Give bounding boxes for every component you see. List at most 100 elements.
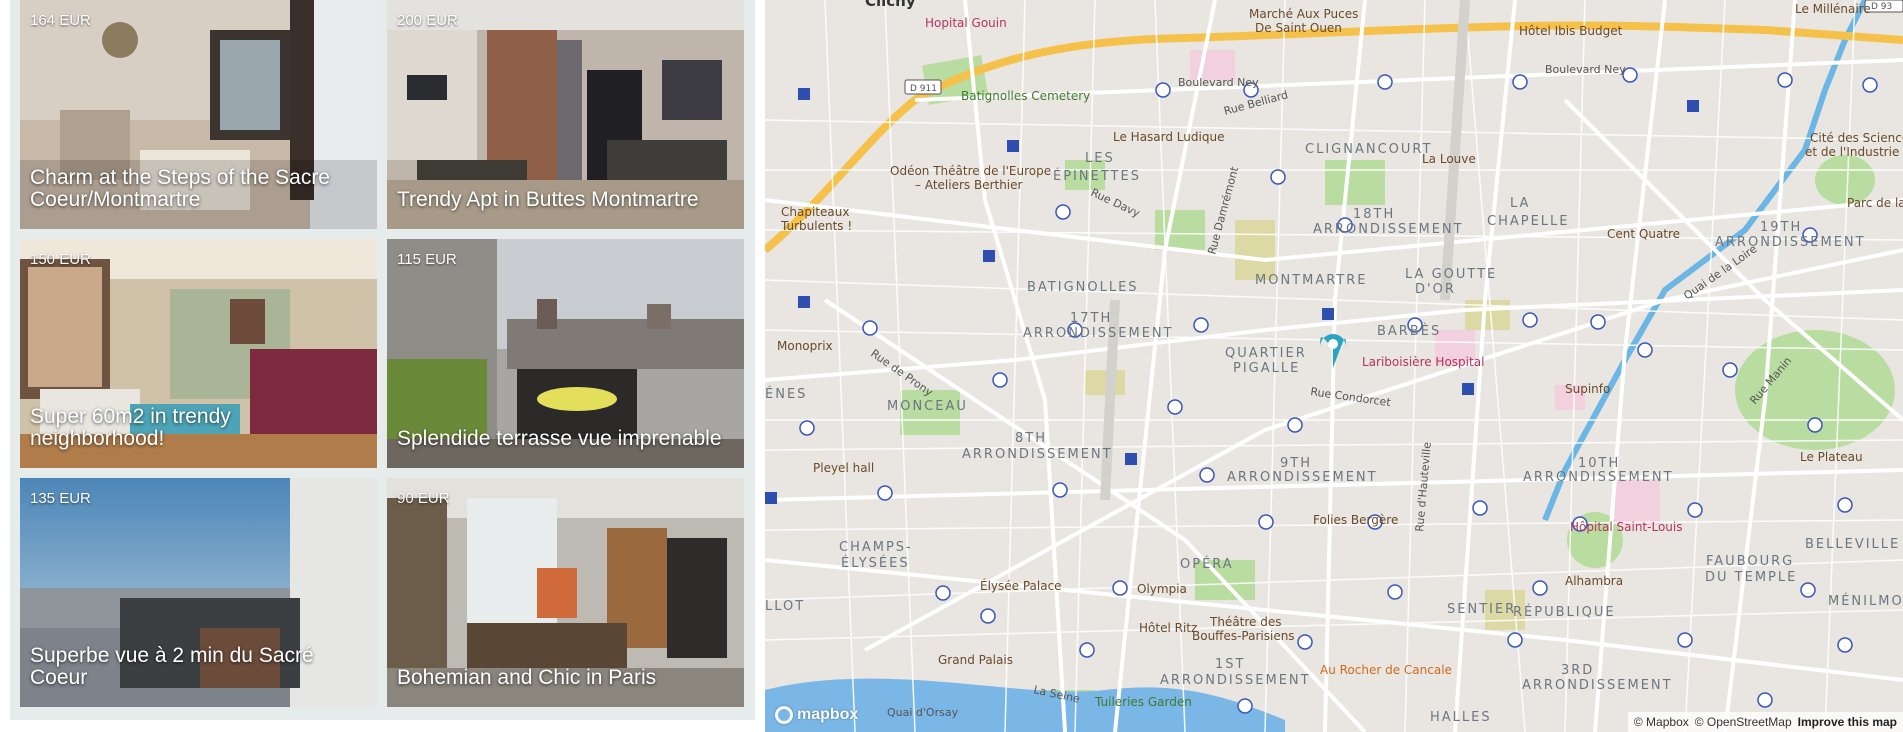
restaurant-label: Au Rocher de Cancale <box>1320 663 1452 677</box>
improve-map-link[interactable]: Improve this map <box>1798 715 1897 729</box>
district-label: ÉLYSÉES <box>841 555 910 571</box>
poi-label: Chapiteaux <box>781 205 849 219</box>
mapbox-logo-icon <box>775 706 793 724</box>
hospital-label: Lariboisière Hospital <box>1362 355 1484 369</box>
map-canvas[interactable]: LES ÉPINETTES CLIGNANCOURT 18TH ARRONDIS… <box>765 0 1903 732</box>
district-label: 8TH <box>1015 431 1047 446</box>
poi-label: Élysée Palace <box>980 578 1062 593</box>
poi-label: Hôtel Ritz <box>1139 621 1197 635</box>
district-label: 10TH <box>1578 456 1620 471</box>
poi-label: Marché Aux Puces <box>1249 7 1358 21</box>
listing-card[interactable]: 115 EUR Splendide terrasse vue imprenabl… <box>387 239 744 468</box>
poi-label: Bouffes-Parisiens <box>1192 629 1295 643</box>
poi-label: Cent Quatre <box>1607 227 1680 241</box>
district-label: LA <box>1510 196 1530 211</box>
district-label: ARRONDISSEMENT <box>1313 222 1464 237</box>
district-label: ARRONDISSEMENT <box>962 447 1113 462</box>
poi-label: et de l'Industrie <box>1805 145 1899 159</box>
district-label: LLOT <box>765 599 805 614</box>
district-label: 18TH <box>1353 207 1395 222</box>
district-label: 19TH <box>1760 220 1802 235</box>
mapbox-logo-text: mapbox <box>797 706 859 723</box>
poi-label: Parc de la <box>1847 196 1903 210</box>
street-label: Boulevard Ney <box>1545 63 1626 76</box>
district-label: PIGALLE <box>1233 361 1300 376</box>
listing-card[interactable]: 164 EUR Charm at the Steps of the Sacre … <box>20 0 377 229</box>
street-label: Boulevard Ney <box>1178 76 1259 89</box>
listing-card[interactable]: 135 EUR Superbe vue à 2 min du Sacré Coe… <box>20 478 377 707</box>
poi-label: La Louve <box>1422 152 1476 166</box>
district-label: ARRONDISSEMENT <box>1715 235 1866 250</box>
listing-price: 135 EUR <box>30 490 91 507</box>
poi-label: De Saint Ouen <box>1255 21 1342 35</box>
poi-label: Théâtre des <box>1209 615 1282 629</box>
mapbox-logo[interactable]: mapbox <box>775 706 858 724</box>
district-label: CHAPELLE <box>1487 214 1570 229</box>
listing-title: Superbe vue à 2 min du Sacré Coeur <box>30 644 314 689</box>
road-shield: D 911 <box>910 84 937 94</box>
attribution-osm-link[interactable]: © OpenStreetMap <box>1695 715 1792 729</box>
district-label: ARRONDISSEMENT <box>1227 470 1378 485</box>
listing-title: Charm at the Steps of the Sacre Coeur/Mo… <box>30 166 330 211</box>
poi-label: Supinfo <box>1565 382 1610 396</box>
district-label: CLIGNANCOURT <box>1305 142 1432 157</box>
district-label: OPÉRA <box>1180 556 1234 572</box>
district-label: 1ST <box>1215 657 1245 672</box>
poi-label: Olympia <box>1137 582 1187 596</box>
district-label: ÉPINETTES <box>1053 168 1141 184</box>
poi-label: Turbulents ! <box>780 219 852 233</box>
poi-label: Cité des Sciences <box>1810 131 1903 145</box>
poi-label: Le Millénaire <box>1795 2 1871 16</box>
listing-price: 164 EUR <box>30 12 91 29</box>
district-label: 17TH <box>1070 311 1112 326</box>
district-label: 9TH <box>1280 456 1312 471</box>
district-label: ARRONDISSEMENT <box>1160 673 1311 688</box>
district-label: HALLES <box>1430 710 1492 725</box>
attribution-mapbox-link[interactable]: © Mapbox <box>1634 715 1689 729</box>
poi-label: Folies Bergère <box>1313 513 1398 527</box>
district-label: BELLEVILLE <box>1805 537 1900 552</box>
district-label: FAUBOURG <box>1706 554 1794 569</box>
listings-grid: 164 EUR Charm at the Steps of the Sacre … <box>10 0 755 720</box>
district-label: LES <box>1085 151 1115 166</box>
map-view[interactable]: LES ÉPINETTES CLIGNANCOURT 18TH ARRONDIS… <box>765 0 1903 732</box>
listing-price: 150 EUR <box>30 251 91 268</box>
poi-label: Pleyel hall <box>813 461 874 475</box>
listing-card[interactable]: 90 EUR Bohemian and Chic in Paris <box>387 478 744 707</box>
poi-label: Le Hasard Ludique <box>1113 130 1224 144</box>
district-label: MONTMARTRE <box>1255 273 1368 288</box>
listing-card[interactable]: 200 EUR Trendy Apt in Buttes Montmartre <box>387 0 744 229</box>
district-label: RÉPUBLIQUE <box>1513 604 1616 620</box>
road-shield: D 93 <box>1871 2 1892 12</box>
hospital-label: Hôpital Saint-Louis <box>1570 520 1682 534</box>
district-label: SENTIER <box>1447 602 1516 617</box>
district-label: CHAMPS- <box>839 540 913 555</box>
district-label: MÉNILMONT <box>1828 593 1903 609</box>
poi-label: Clichy <box>865 0 916 10</box>
district-label: ÉNES <box>765 386 807 402</box>
listing-price: 200 EUR <box>397 12 458 29</box>
poi-label: Hôtel Ibis Budget <box>1519 24 1623 38</box>
district-label: ARRONDISSEMENT <box>1523 470 1674 485</box>
hospital-label: Hopital Gouin <box>925 16 1007 30</box>
listing-price: 115 EUR <box>397 251 457 268</box>
district-label: ARRONDISSEMENT <box>1522 678 1673 693</box>
listing-title: Bohemian and Chic in Paris <box>397 666 657 689</box>
poi-label: Le Plateau <box>1800 450 1863 464</box>
poi-label: Alhambra <box>1565 574 1623 588</box>
street-label: Quai d'Orsay <box>887 706 959 719</box>
district-label: LA GOUTTE <box>1405 267 1497 282</box>
map-attribution: © Mapbox © OpenStreetMap Improve this ma… <box>1627 712 1903 732</box>
listing-price: 90 EUR <box>397 490 450 507</box>
poi-label: Monoprix <box>777 339 833 353</box>
district-label: D'OR <box>1415 282 1456 297</box>
listing-title: Super 60m2 in trendy neighborhood! <box>30 405 231 450</box>
district-label: BATIGNOLLES <box>1027 280 1139 295</box>
poi-label: Batignolles Cemetery <box>961 89 1090 103</box>
district-label: ARRONDISSEMENT <box>1023 326 1174 341</box>
poi-label: Tuileries Garden <box>1094 695 1192 709</box>
district-label: QUARTIER <box>1225 346 1307 361</box>
listing-card[interactable]: 150 EUR Super 60m2 in trendy neighborhoo… <box>20 239 377 468</box>
poi-label: Odéon Théâtre de l'Europe <box>890 164 1051 178</box>
poi-label: Grand Palais <box>938 653 1013 667</box>
